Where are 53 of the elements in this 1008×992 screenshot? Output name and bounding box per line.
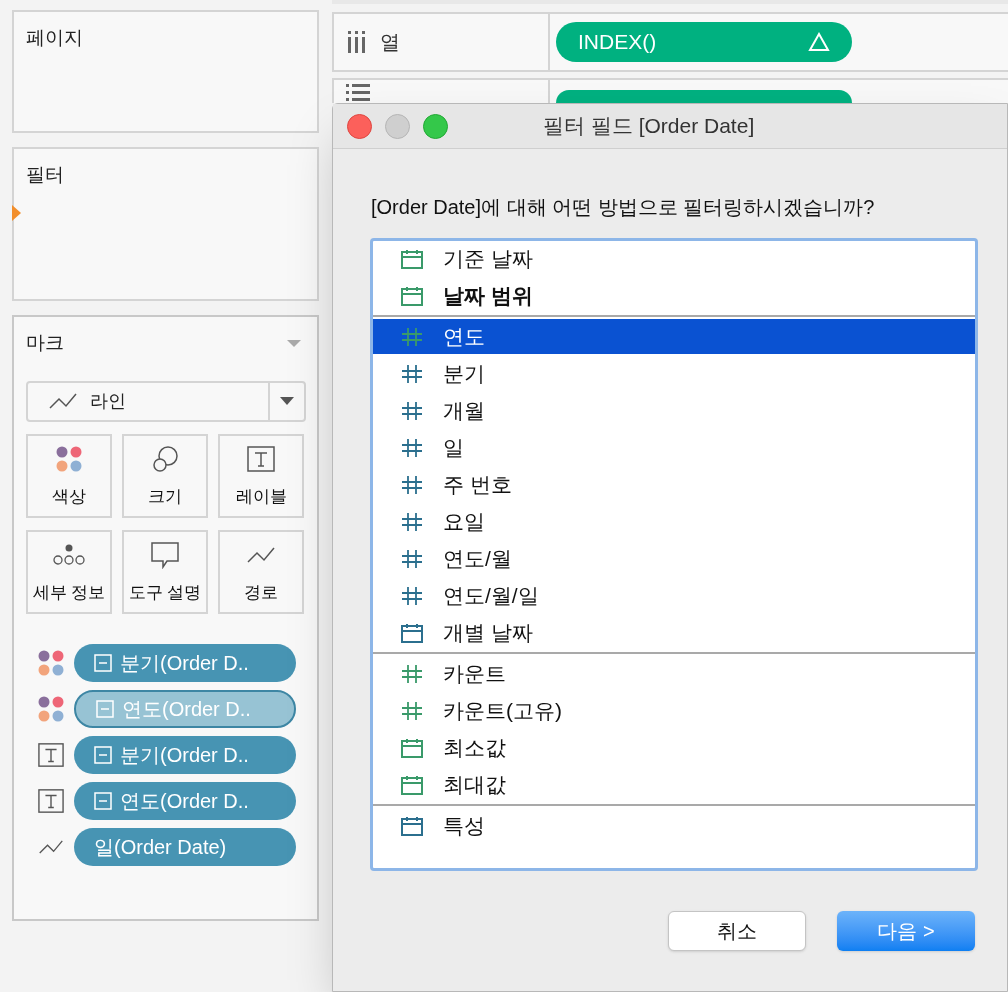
close-icon[interactable] (347, 113, 372, 139)
line-chart-icon (48, 392, 78, 410)
card-title: 필터 (26, 163, 65, 187)
option-list[interactable]: 기준 날짜 날짜 범위 연도 분기 개월 일 주 번호 요일 연도/월 연도/월/일 개별 날짜 카운트 카운트(고유) 최소값 최대값 특성 (370, 238, 978, 871)
text-label-icon (38, 787, 64, 814)
mark-property-button[interactable]: 색상 (26, 433, 112, 518)
minimize-icon[interactable] (385, 113, 410, 139)
mark-property-button[interactable]: 경로 (218, 529, 304, 614)
mark-property-button[interactable]: 크기 (122, 433, 208, 518)
card-title: 마크 (26, 331, 64, 355)
text-label-icon (247, 446, 275, 472)
list-item[interactable]: 날짜 범위 (373, 278, 975, 313)
list-item[interactable]: 연도/월 (373, 541, 975, 576)
mark-property-button[interactable]: 세부 정보 (26, 529, 112, 614)
list-item[interactable]: 개월 (373, 393, 975, 428)
list-item[interactable]: 일 (373, 430, 975, 465)
list-item[interactable]: 연도/월/일 (373, 578, 975, 613)
field-pill[interactable] (556, 90, 852, 103)
list-item[interactable]: 카운트 (373, 656, 975, 691)
text-label-icon (38, 741, 64, 768)
list-item[interactable]: 특성 (373, 808, 975, 843)
card-title: 페이지 (26, 26, 84, 50)
window-title: 필터 필드 [Order Date] (543, 113, 755, 140)
caret-icon (280, 397, 294, 405)
list-item[interactable]: 요일 (373, 504, 975, 539)
shelf-label: 열 (380, 30, 400, 55)
dialog-question: [Order Date]에 대해 어떤 방법으로 필터링하시겠습니까? (371, 195, 876, 220)
list-item[interactable]: 최소값 (373, 730, 975, 765)
color-dots-icon (38, 649, 64, 676)
mark-type-dropdown[interactable]: 라인 (26, 380, 306, 422)
line-chart-icon (246, 546, 276, 564)
maximize-icon[interactable] (423, 113, 448, 139)
list-item[interactable]: 연도 (373, 319, 975, 354)
caret-icon[interactable] (287, 339, 301, 347)
drop-marker-icon (12, 205, 21, 221)
delta-icon (808, 32, 830, 52)
columns-icon (346, 31, 368, 53)
dropdown-value: 라인 (90, 389, 126, 413)
list-item[interactable]: 분기 (373, 356, 975, 391)
color-dots-icon (56, 446, 82, 472)
list-item[interactable]: 카운트(고유) (373, 693, 975, 728)
mark-property-button[interactable]: 레이블 (218, 433, 304, 518)
cancel-button[interactable]: 취소 (668, 911, 806, 951)
mark-property-button[interactable]: 도구 설명 (122, 529, 208, 614)
list-item[interactable]: 최대값 (373, 767, 975, 802)
circles-icon (151, 445, 179, 473)
rows-icon (346, 83, 370, 103)
list-item[interactable]: 개별 날짜 (373, 615, 975, 650)
list-item[interactable]: 주 번호 (373, 467, 975, 502)
list-item[interactable]: 기준 날짜 (373, 241, 975, 276)
speech-bubble-icon (150, 541, 180, 569)
detail-dots-icon (53, 544, 85, 566)
color-dots-icon (38, 695, 64, 722)
